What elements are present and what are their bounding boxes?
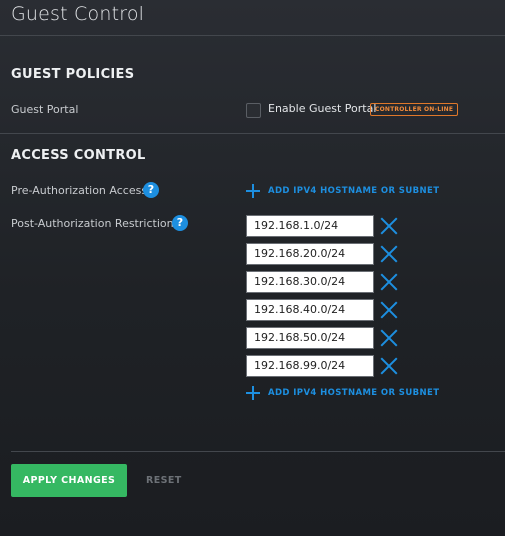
enable-guest-portal-label[interactable]: Enable Guest Portal xyxy=(268,102,376,115)
enable-guest-portal-checkbox[interactable] xyxy=(246,103,261,118)
reset-button[interactable]: RESET xyxy=(146,475,182,486)
subnet-input[interactable]: 192.168.20.0/24 xyxy=(246,243,374,265)
divider xyxy=(11,451,505,452)
post-authorization-help-icon[interactable]: ? xyxy=(172,215,188,231)
pre-authorization-label: Pre-Authorization Access xyxy=(11,184,148,197)
add-subnet-label: ADD IPV4 HOSTNAME OR SUBNET xyxy=(268,186,440,196)
subnet-input[interactable]: 192.168.50.0/24 xyxy=(246,327,374,349)
remove-subnet-close-icon[interactable] xyxy=(380,217,398,235)
controller-status-badge: CONTROLLER ON-LINE xyxy=(370,103,459,116)
post-auth-add-subnet-button[interactable]: ADD IPV4 HOSTNAME OR SUBNET xyxy=(246,386,439,400)
plus-icon xyxy=(246,184,260,198)
divider xyxy=(0,133,505,134)
pre-authorization-help-icon[interactable]: ? xyxy=(143,182,159,198)
guest-portal-label: Guest Portal xyxy=(11,103,79,116)
remove-subnet-close-icon[interactable] xyxy=(380,329,398,347)
remove-subnet-close-icon[interactable] xyxy=(380,301,398,319)
divider xyxy=(0,35,505,36)
subnet-input[interactable]: 192.168.40.0/24 xyxy=(246,299,374,321)
add-subnet-label: ADD IPV4 HOSTNAME OR SUBNET xyxy=(268,388,440,398)
post-authorization-label: Post-Authorization Restrictions xyxy=(11,217,180,230)
subnet-input[interactable]: 192.168.99.0/24 xyxy=(246,355,374,377)
apply-changes-button[interactable]: APPLY CHANGES xyxy=(11,464,127,497)
remove-subnet-close-icon[interactable] xyxy=(380,357,398,375)
subnet-input[interactable]: 192.168.1.0/24 xyxy=(246,215,374,237)
remove-subnet-close-icon[interactable] xyxy=(380,273,398,291)
access-control-heading: ACCESS CONTROL xyxy=(11,148,146,163)
guest-policies-heading: GUEST POLICIES xyxy=(11,67,135,82)
page-title: Guest Control xyxy=(11,3,145,25)
remove-subnet-close-icon[interactable] xyxy=(380,245,398,263)
plus-icon xyxy=(246,386,260,400)
pre-auth-add-subnet-button[interactable]: ADD IPV4 HOSTNAME OR SUBNET xyxy=(246,184,439,198)
subnet-input[interactable]: 192.168.30.0/24 xyxy=(246,271,374,293)
